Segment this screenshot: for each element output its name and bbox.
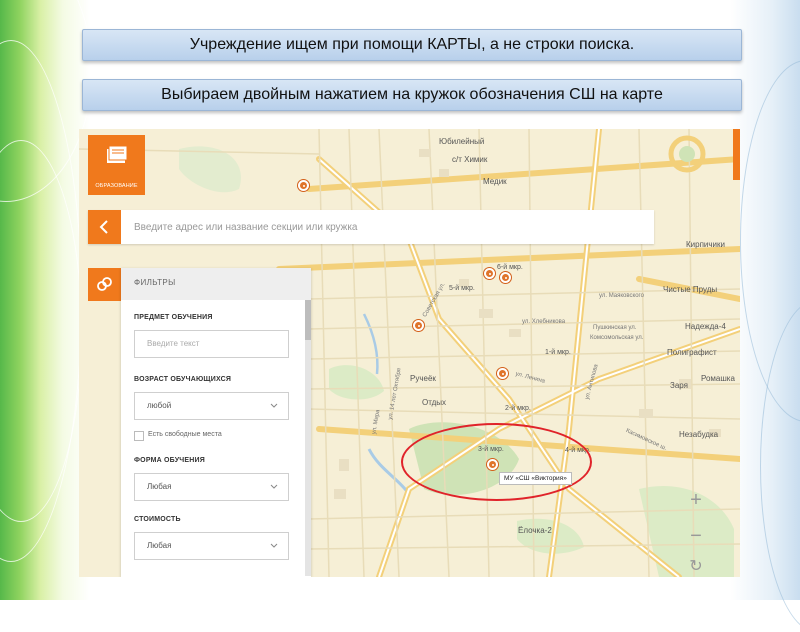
map-label: Отдых: [422, 398, 447, 407]
filter-panel: ФИЛЬТРЫ ПРЕДМЕТ ОБУЧЕНИЯ Введите текст В…: [121, 268, 311, 577]
subject-input[interactable]: Введите текст: [134, 330, 289, 358]
search-bar: [88, 210, 654, 244]
panel-edge: [733, 129, 740, 180]
street-label: ул. Хлебникова: [522, 319, 566, 325]
map-label: 1-й мкр.: [545, 349, 571, 356]
chevron-down-icon: [270, 484, 278, 489]
map-label: Медик: [483, 177, 507, 186]
filter-scrollbar[interactable]: [305, 300, 311, 576]
instruction-banner-1: Учреждение ищем при помощи КАРТЫ, а не с…: [82, 29, 742, 61]
chevron-left-icon: [99, 220, 108, 234]
map-label: Кирпичики: [686, 240, 725, 249]
age-select-value: любой: [147, 401, 172, 410]
cost-select-value: Любая: [147, 541, 172, 550]
street-label: Комсомольская ул.: [590, 335, 644, 341]
zoom-out-button[interactable]: −: [685, 525, 707, 547]
age-select[interactable]: любой: [134, 392, 289, 420]
school-tooltip: МУ «СШ «Виктория»: [499, 472, 572, 485]
map-marker[interactable]: [497, 368, 508, 379]
filter-icon: [97, 277, 112, 291]
zoom-in-button[interactable]: +: [685, 489, 707, 511]
map-label: Заря: [670, 381, 688, 390]
map-label: Ручеёк: [410, 374, 436, 383]
cost-select[interactable]: Любая: [134, 532, 289, 560]
map-label: Полиграфист: [667, 348, 717, 357]
map-marker[interactable]: [484, 268, 495, 279]
form-select[interactable]: Любая: [134, 473, 289, 501]
map-label: Ёлочка-2: [518, 526, 552, 535]
reset-view-button[interactable]: ↻: [685, 556, 707, 577]
category-tile-education[interactable]: ОБРАЗОВАНИЕ: [88, 135, 145, 195]
search-input[interactable]: [134, 219, 634, 235]
map-label: 5-й мкр.: [449, 285, 475, 292]
chevron-down-icon: [270, 543, 278, 548]
map-label: Ромашка: [701, 374, 735, 383]
map-label: Чистые Пруды: [663, 285, 718, 294]
form-label: ФОРМА ОБУЧЕНИЯ: [134, 457, 205, 464]
category-caption: ОБРАЗОВАНИЕ: [95, 183, 138, 189]
slide-decoration-left: [0, 0, 92, 600]
map-marker[interactable]: [413, 320, 424, 331]
map-label: 2-й мкр.: [505, 405, 531, 412]
free-places-checkbox[interactable]: [134, 431, 144, 441]
map-screenshot[interactable]: Юбилейный с/т Химик Медик 6-й мкр. 5-й м…: [79, 129, 740, 577]
map-marker[interactable]: [298, 180, 309, 191]
street-label: ул. Маяковского: [599, 293, 644, 299]
cost-label: СТОИМОСТЬ: [134, 516, 181, 523]
form-select-value: Любая: [147, 482, 172, 491]
street-label: Пушкинская ул.: [593, 325, 637, 331]
map-marker[interactable]: [500, 272, 511, 283]
free-places-label: Есть свободные места: [148, 431, 222, 438]
chevron-down-icon: [270, 403, 278, 408]
book-icon: [107, 145, 128, 163]
map-label: 6-й мкр.: [497, 264, 523, 271]
age-label: ВОЗРАСТ ОБУЧАЮЩИХСЯ: [134, 376, 232, 383]
map-label: Надежда-4: [685, 322, 726, 331]
scrollbar-thumb[interactable]: [305, 300, 311, 340]
subject-label: ПРЕДМЕТ ОБУЧЕНИЯ: [134, 314, 213, 321]
map-label: с/т Химик: [452, 155, 488, 164]
back-button[interactable]: [88, 210, 121, 244]
map-label: Юбилейный: [439, 137, 485, 146]
map-label: Незабудка: [679, 430, 719, 439]
highlight-ellipse: [401, 423, 592, 501]
instruction-banner-2: Выбираем двойным нажатием на кружок обоз…: [82, 79, 742, 111]
filter-panel-title: ФИЛЬТРЫ: [121, 268, 311, 300]
filter-toggle-button[interactable]: [88, 268, 121, 301]
